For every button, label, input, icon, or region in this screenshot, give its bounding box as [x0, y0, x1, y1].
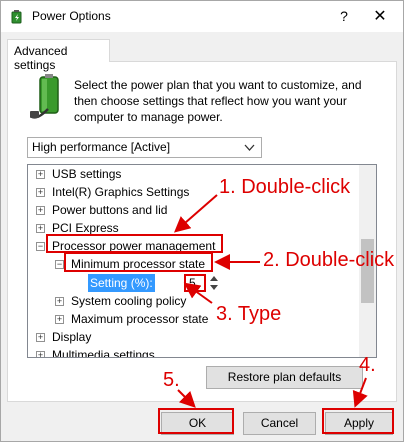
title-bar: Power Options ? ✕ — [1, 1, 403, 32]
battery-plug-icon — [30, 74, 59, 119]
expand-icon[interactable]: + — [36, 224, 45, 233]
window-title: Power Options — [32, 9, 111, 23]
tree-item-display[interactable]: + Display — [28, 328, 358, 346]
tree-item-label: System cooling policy — [71, 294, 187, 308]
annotation-step2: 2. Double-click — [263, 249, 395, 271]
expand-icon[interactable]: + — [36, 206, 45, 215]
annotation-step5: 5. — [163, 369, 180, 391]
expand-icon[interactable]: + — [55, 297, 64, 306]
annotation-step1: 1. Double-click — [219, 176, 351, 198]
tree-item-label: Intel(R) Graphics Settings — [52, 185, 190, 199]
setting-percent-label: Setting (%): — [88, 274, 155, 292]
tree-item-label: PCI Express — [52, 221, 119, 235]
cancel-button[interactable]: Cancel — [243, 412, 316, 435]
tree-item-label: Processor power management — [52, 239, 216, 253]
tree-item-label: USB settings — [52, 167, 122, 181]
tree-item-label: Multimedia settings — [52, 348, 155, 358]
chevron-down-icon — [244, 144, 255, 151]
description-text: Select the power plan that you want to c… — [74, 78, 362, 124]
tree-item-multimedia-settings[interactable]: + Multimedia settings — [28, 346, 358, 358]
expand-icon[interactable]: + — [36, 170, 45, 179]
expand-icon[interactable]: + — [36, 188, 45, 197]
power-plan-value: High performance [Active] — [32, 140, 171, 154]
expand-icon[interactable]: + — [36, 333, 45, 342]
annotation-step4: 4. — [359, 354, 376, 376]
tree-item-label: Minimum processor state — [71, 257, 206, 271]
power-options-app-icon — [11, 10, 22, 24]
tree-item-label: Display — [52, 330, 92, 344]
tree-item-maximum-processor-state[interactable]: + Maximum processor state — [28, 310, 358, 328]
apply-button[interactable]: Apply — [325, 412, 393, 435]
expand-icon[interactable]: + — [36, 351, 45, 357]
power-options-window: Power Options ? ✕ Advanced settings Sele… — [0, 0, 404, 442]
tree-item-system-cooling-policy[interactable]: + System cooling policy — [28, 292, 358, 310]
setting-value-input[interactable]: 5 — [184, 274, 206, 292]
tree-item-label: Power buttons and lid — [52, 203, 168, 217]
tree-item-pci-express[interactable]: + PCI Express — [28, 219, 358, 237]
restore-plan-defaults-button[interactable]: Restore plan defaults — [206, 366, 363, 389]
expand-icon[interactable]: + — [55, 315, 64, 324]
tree-item-power-buttons[interactable]: + Power buttons and lid — [28, 201, 358, 219]
collapse-icon[interactable]: − — [36, 242, 45, 251]
tab-advanced-settings[interactable]: Advanced settings — [7, 39, 110, 72]
spin-down-icon[interactable] — [210, 285, 218, 290]
spin-buttons[interactable] — [208, 274, 220, 292]
ok-button[interactable]: OK — [161, 412, 234, 435]
annotation-step3: 3. Type — [216, 303, 282, 325]
collapse-icon[interactable]: − — [55, 260, 64, 269]
close-button[interactable]: ✕ — [357, 1, 403, 32]
power-plan-select[interactable]: High performance [Active] — [27, 137, 262, 158]
spin-up-icon[interactable] — [210, 276, 218, 281]
tree-item-label: Maximum processor state — [71, 312, 209, 326]
